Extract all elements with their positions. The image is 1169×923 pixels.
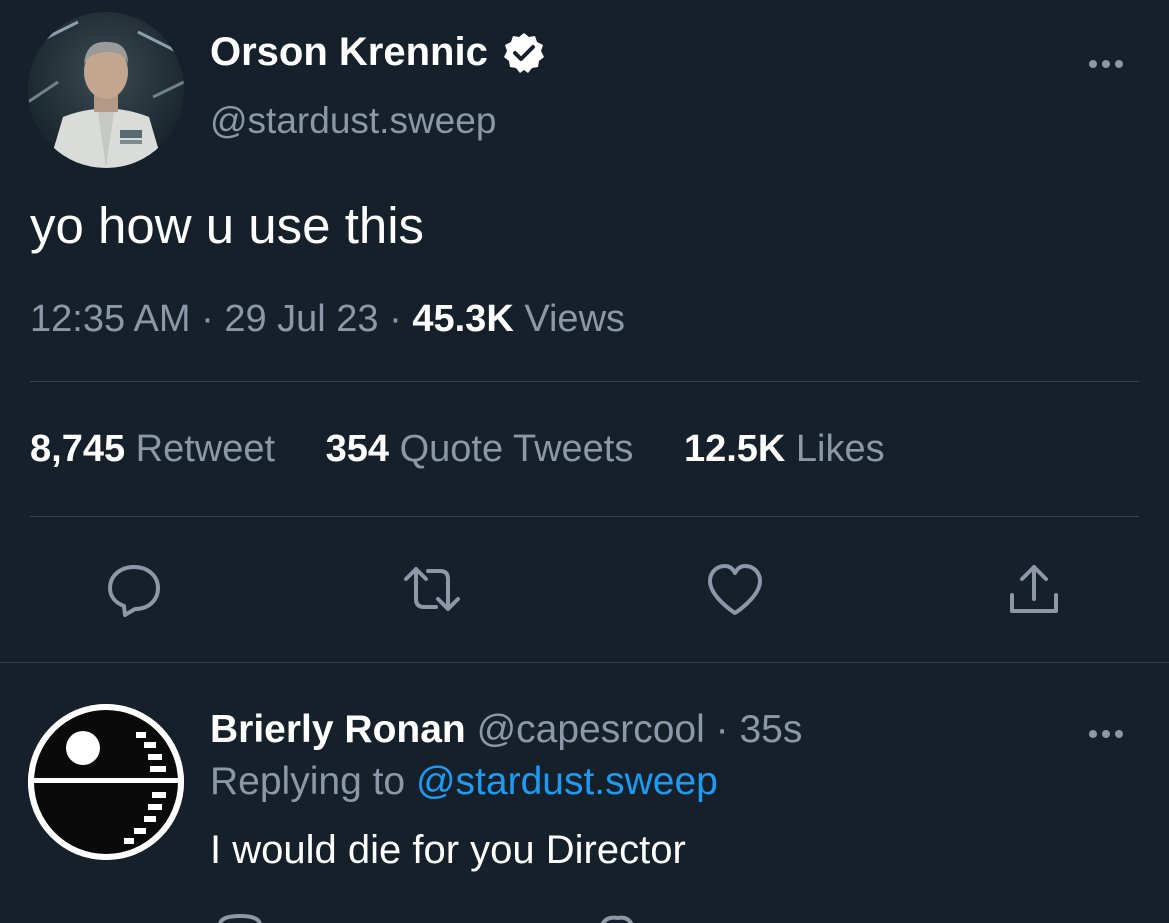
author-avatar[interactable]	[28, 12, 184, 168]
tweet-time[interactable]: 12:35 AM	[30, 298, 191, 340]
likes-label: Likes	[795, 428, 885, 470]
meta-separator: ·	[389, 298, 402, 340]
reply-text: I would die for you Director	[210, 828, 686, 872]
retweets-stat[interactable]: 8,745 Retweet	[30, 428, 286, 470]
divider	[30, 516, 1139, 517]
more-options-icon[interactable]	[1084, 42, 1128, 86]
quotes-label: Quote Tweets	[399, 428, 634, 470]
reply-header: Brierly Ronan @capesrcool · 35s	[210, 708, 802, 752]
tweet-stats: 8,745 Retweet 354 Quote Tweets 12.5K Lik…	[30, 428, 885, 471]
tweet-text: yo how u use this	[30, 197, 425, 254]
author-display-name[interactable]: Orson Krennic	[210, 30, 488, 75]
reply-author-avatar[interactable]	[28, 704, 184, 860]
reply-author-name[interactable]: Brierly Ronan	[210, 708, 466, 751]
tweet-meta: 12:35 AM · 29 Jul 23 · 45.3K Views	[30, 298, 625, 341]
retweet-icon[interactable]	[400, 557, 464, 621]
verified-badge-icon	[502, 31, 546, 75]
replying-to-label: Replying to	[210, 760, 406, 803]
replying-to-mention[interactable]: @stardust.sweep	[416, 760, 718, 803]
reply-icon[interactable]	[102, 557, 166, 621]
reply-time[interactable]: 35s	[739, 708, 802, 751]
death-star-avatar	[28, 704, 184, 860]
quotes-count: 354	[325, 428, 390, 470]
officer-portrait-avatar	[28, 12, 184, 168]
author-name-row[interactable]: Orson Krennic	[210, 30, 546, 75]
like-icon[interactable]	[703, 557, 767, 621]
share-icon[interactable]	[1002, 557, 1066, 621]
author-handle[interactable]: @stardust.sweep	[210, 100, 496, 142]
retweets-count: 8,745	[30, 428, 126, 470]
divider	[30, 381, 1139, 382]
views-label[interactable]: Views	[524, 298, 625, 340]
views-count[interactable]: 45.3K	[412, 298, 513, 340]
tweet-date[interactable]: 29 Jul 23	[224, 298, 378, 340]
replying-to-line: Replying to @stardust.sweep	[210, 760, 718, 804]
reply-separator: ·	[715, 708, 729, 751]
likes-stat[interactable]: 12.5K Likes	[684, 428, 885, 470]
reply-author-handle[interactable]: @capesrcool	[477, 708, 705, 751]
likes-count: 12.5K	[683, 428, 786, 470]
meta-separator: ·	[201, 298, 214, 340]
retweets-label: Retweet	[135, 428, 276, 470]
quotes-stat[interactable]: 354 Quote Tweets	[326, 428, 644, 470]
reply-action-bar-partial	[210, 912, 1110, 923]
section-divider	[0, 662, 1169, 663]
reply-more-options-icon[interactable]	[1084, 712, 1128, 756]
